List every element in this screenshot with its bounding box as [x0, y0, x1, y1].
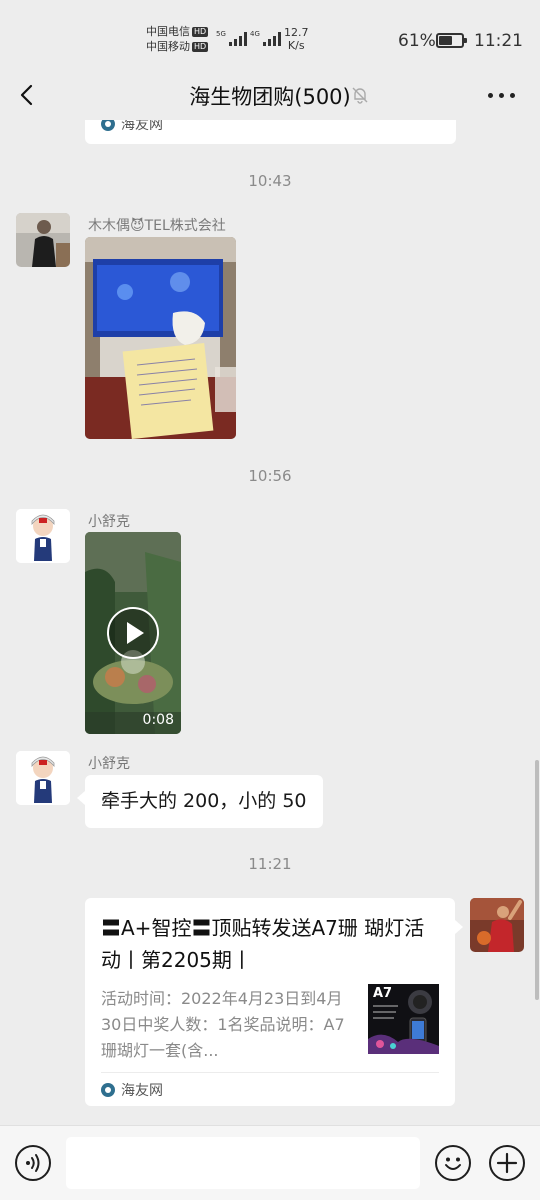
- timestamp: 10:43: [248, 172, 292, 190]
- avatar[interactable]: [16, 213, 70, 267]
- text-message[interactable]: 牵手大的 200，小的 50: [77, 775, 323, 828]
- net-type-2: 4G: [250, 30, 260, 38]
- avatar[interactable]: [16, 509, 70, 563]
- battery-percent: 61%: [398, 31, 436, 51]
- message-list[interactable]: 海友网 10:43 木木偶😈TEL株式会社 10:56 小舒克 0:08 小舒克…: [0, 120, 540, 1125]
- voice-icon[interactable]: [15, 1145, 51, 1181]
- bell-off-icon: [352, 87, 368, 104]
- more-dots-icon[interactable]: [488, 93, 515, 98]
- hd-badge: HD: [192, 27, 209, 37]
- my-avatar[interactable]: [470, 898, 524, 952]
- source-logo-icon: [101, 1083, 115, 1097]
- carrier-1: 中国电信: [146, 25, 190, 38]
- link-card-partial[interactable]: 海友网: [85, 120, 456, 144]
- scrollbar[interactable]: [535, 760, 539, 1000]
- video-duration: 0:08: [142, 712, 174, 728]
- carrier-info: 中国电信 HD 中国移动 HD: [146, 24, 209, 54]
- timestamp: 11:21: [248, 855, 292, 873]
- emoji-icon[interactable]: [435, 1145, 471, 1181]
- signal-4g-icon: 4G: [250, 30, 281, 46]
- chat-title[interactable]: 海生物团购(500): [0, 81, 540, 111]
- timestamp: 10:56: [248, 467, 292, 485]
- link-card-thumbnail: A7: [368, 984, 439, 1054]
- battery-icon: [436, 33, 467, 48]
- carrier-2: 中国移动: [146, 40, 190, 53]
- video-message[interactable]: 0:08: [85, 532, 181, 734]
- chat-header: 海生物团购(500): [0, 70, 540, 120]
- avatar[interactable]: [16, 751, 70, 805]
- play-icon[interactable]: [106, 606, 160, 660]
- divider: [101, 1072, 439, 1073]
- net-type-1: 5G: [216, 30, 226, 38]
- hd-badge: HD: [192, 42, 209, 52]
- input-bar: [0, 1125, 540, 1200]
- signal-5g-icon: 5G: [216, 30, 247, 46]
- status-time: 11:21: [474, 31, 523, 51]
- thumb-label: A7: [373, 986, 393, 1001]
- sender-name: 小舒克: [88, 514, 130, 530]
- network-speed: 12.7 K/s: [284, 26, 309, 52]
- sender-name: 小舒克: [88, 756, 130, 772]
- image-message[interactable]: [85, 237, 236, 439]
- source-logo-icon: [101, 120, 115, 131]
- link-card-description: 活动时间：2022年4月23日到4月30日中奖人数：1名奖品说明：A7珊瑚灯一套…: [101, 989, 345, 1060]
- card-source: 海友网: [121, 1083, 163, 1099]
- sender-name: 木木偶😈TEL株式会社: [88, 218, 226, 234]
- link-card[interactable]: 〓A+智控〓顶贴转发送A7珊 瑚灯活动丨第2205期丨 活动时间：2022年4月…: [85, 898, 463, 1106]
- link-card-title: 〓A+智控〓顶贴转发送A7珊 瑚灯活动丨第2205期丨: [101, 916, 425, 972]
- status-bar: 中国电信 HD 中国移动 HD 5G 4G 12.7 K/s 61% 11:21: [0, 0, 540, 70]
- message-input[interactable]: [66, 1137, 420, 1189]
- card-source: 海友网: [121, 120, 163, 133]
- plus-icon[interactable]: [489, 1145, 525, 1181]
